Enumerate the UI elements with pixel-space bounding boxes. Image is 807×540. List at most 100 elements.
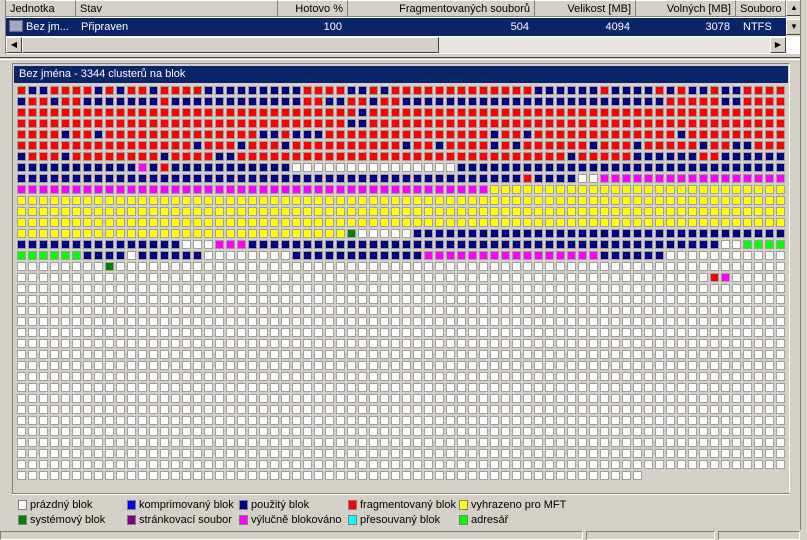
cluster-block — [347, 152, 356, 161]
column-header-done[interactable]: Hotovo % — [278, 0, 348, 17]
cluster-block — [270, 174, 279, 183]
cluster-block — [182, 229, 191, 238]
cluster-block — [721, 328, 730, 337]
cluster-block — [501, 405, 510, 414]
cluster-block — [182, 196, 191, 205]
cluster-block — [292, 251, 301, 260]
cluster-block — [391, 141, 400, 150]
column-header-filesystem[interactable]: Souboro — [736, 0, 786, 17]
cluster-block — [380, 394, 389, 403]
cluster-block — [248, 174, 257, 183]
cluster-block — [567, 449, 576, 458]
cluster-block — [743, 262, 752, 271]
cluster-block — [545, 427, 554, 436]
drive-list[interactable]: Jednotka Stav Hotovo % Fragmentovaných s… — [5, 0, 802, 54]
cluster-block — [314, 229, 323, 238]
cluster-block — [116, 185, 125, 194]
cluster-block — [138, 350, 147, 359]
cluster-block — [666, 328, 675, 337]
cluster-block — [666, 416, 675, 425]
cluster-block — [523, 361, 532, 370]
column-header-fragmented[interactable]: Fragmentovaných souborů — [348, 0, 535, 17]
cluster-block — [622, 449, 631, 458]
column-header-status[interactable]: Stav — [76, 0, 278, 17]
cluster-block — [226, 361, 235, 370]
legend-label: použitý blok — [251, 499, 310, 511]
cluster-block — [479, 438, 488, 447]
cluster-block — [490, 218, 499, 227]
cluster-block — [655, 295, 664, 304]
scroll-right-arrow-icon[interactable]: ▶ — [770, 37, 786, 53]
cluster-block — [281, 240, 290, 249]
cluster-block — [457, 86, 466, 95]
cluster-block — [578, 317, 587, 326]
cluster-block — [270, 185, 279, 194]
cluster-block — [336, 240, 345, 249]
cluster-block — [622, 119, 631, 128]
cluster-block — [226, 328, 235, 337]
cluster-block — [468, 405, 477, 414]
cluster-block — [589, 295, 598, 304]
cluster-block — [567, 372, 576, 381]
cluster-block — [160, 306, 169, 315]
cluster-block — [534, 361, 543, 370]
cluster-block — [523, 141, 532, 150]
cluster-block — [226, 350, 235, 359]
scroll-left-arrow-icon[interactable]: ◀ — [6, 37, 22, 53]
column-header-drive[interactable]: Jednotka — [6, 0, 76, 17]
cluster-block — [138, 273, 147, 282]
cluster-block — [369, 295, 378, 304]
cluster-block — [534, 240, 543, 249]
drive-status: Připraven — [81, 21, 129, 33]
cluster-block — [545, 295, 554, 304]
column-header-size[interactable]: Velikost [MB] — [535, 0, 636, 17]
cluster-block — [743, 383, 752, 392]
cluster-block — [270, 416, 279, 425]
cluster-block — [94, 361, 103, 370]
cluster-block — [600, 240, 609, 249]
legend-label: adresář — [471, 514, 509, 526]
cluster-block — [710, 152, 719, 161]
cluster-block — [479, 284, 488, 293]
cluster-block — [688, 306, 697, 315]
cluster-block — [413, 328, 422, 337]
cluster-block — [94, 108, 103, 117]
cluster-block — [402, 141, 411, 150]
cluster-block — [435, 207, 444, 216]
horizontal-scrollbar[interactable]: ◀ ▶ — [6, 37, 786, 53]
cluster-block — [523, 471, 532, 480]
cluster-block — [204, 141, 213, 150]
cluster-block — [622, 262, 631, 271]
cluster-block — [94, 339, 103, 348]
cluster-block — [237, 251, 246, 260]
cluster-block — [116, 372, 125, 381]
cluster-block — [743, 86, 752, 95]
cluster-block — [358, 317, 367, 326]
cluster-block — [270, 273, 279, 282]
cluster-block — [644, 207, 653, 216]
cluster-block — [556, 460, 565, 469]
cluster-block — [743, 339, 752, 348]
scrollbar-thumb[interactable] — [22, 37, 439, 53]
cluster-block — [655, 284, 664, 293]
cluster-block — [17, 207, 26, 216]
cluster-block — [347, 317, 356, 326]
cluster-block — [578, 174, 587, 183]
cluster-block — [314, 130, 323, 139]
cluster-block — [501, 306, 510, 315]
cluster-block — [710, 218, 719, 227]
cluster-block — [644, 262, 653, 271]
cluster-block — [303, 196, 312, 205]
cluster-block — [391, 427, 400, 436]
splitter[interactable] — [0, 57, 800, 60]
cluster-block — [743, 427, 752, 436]
cluster-block — [765, 394, 774, 403]
cluster-block — [160, 141, 169, 150]
table-row[interactable]: Bez jm... Připraven 100 504 4094 3078 NT… — [6, 18, 786, 36]
cluster-block — [457, 361, 466, 370]
cluster-block — [479, 119, 488, 128]
cluster-block — [61, 229, 70, 238]
cluster-block — [369, 108, 378, 117]
cluster-block — [545, 284, 554, 293]
column-header-free[interactable]: Volných [MB] — [636, 0, 736, 17]
